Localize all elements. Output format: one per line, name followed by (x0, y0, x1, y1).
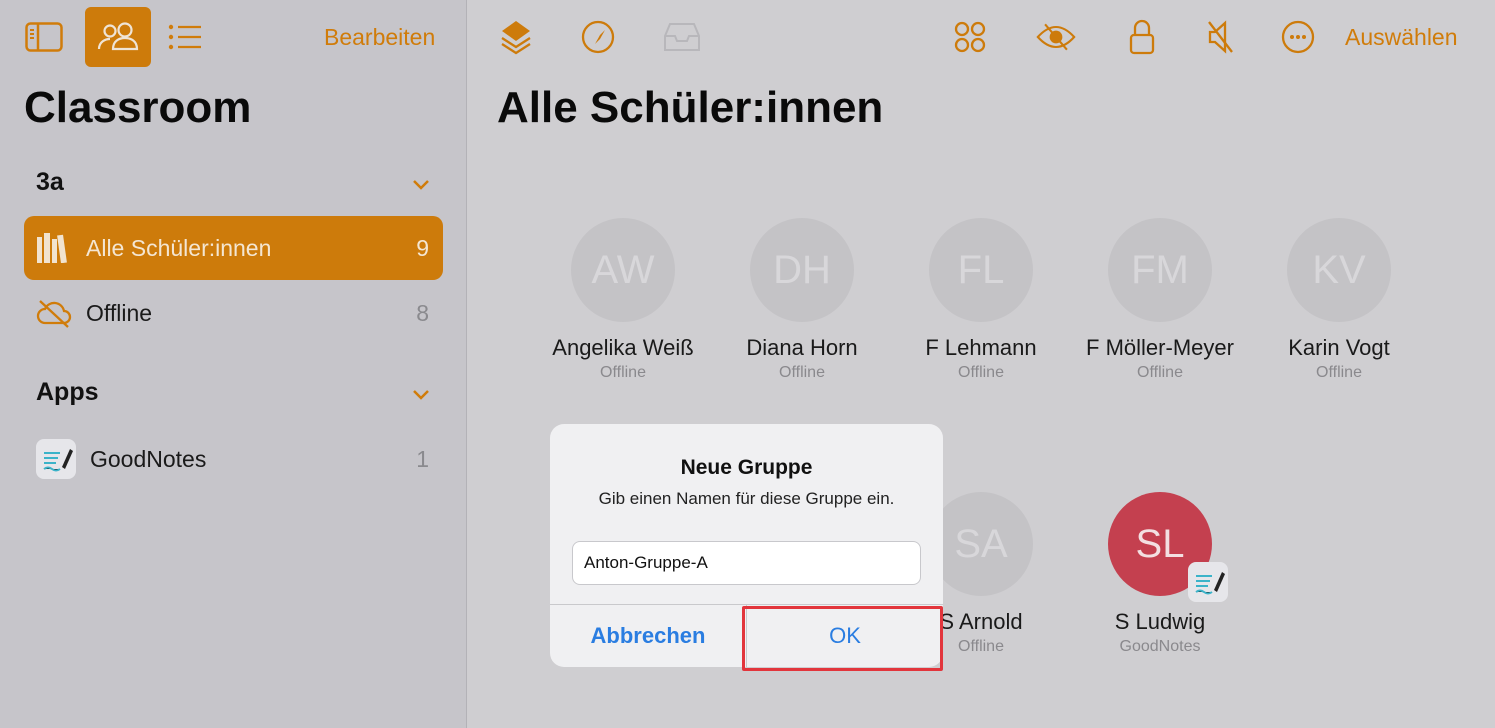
student-status: Offline (1316, 364, 1362, 381)
lock-icon[interactable] (1122, 17, 1162, 57)
student-name: F Lehmann (925, 335, 1037, 360)
page-title: Alle Schüler:innen (497, 83, 884, 132)
student-tile[interactable]: KV Karin Vogt Offline (1249, 218, 1429, 382)
layers-icon[interactable] (496, 17, 536, 57)
sidebar-item-count: 9 (416, 234, 429, 261)
student-name: Diana Horn (746, 335, 858, 360)
student-status: Offline (958, 364, 1004, 381)
ok-button[interactable]: OK (747, 605, 943, 667)
sidebar-item-count: 1 (416, 445, 429, 472)
goodnotes-icon (36, 439, 76, 479)
student-status: Offline (779, 364, 825, 381)
chevron-down-icon[interactable] (410, 383, 432, 405)
student-tile[interactable]: AW Angelika Weiß Offline (533, 218, 713, 382)
avatar: DH (750, 218, 854, 322)
student-name: S Ludwig (1114, 609, 1206, 634)
cancel-button[interactable]: Abbrechen (550, 605, 746, 667)
student-tile[interactable]: FM F Möller-Meyer Offline (1070, 218, 1250, 382)
student-name: Karin Vogt (1288, 335, 1390, 360)
sidebar-item-goodnotes[interactable]: GoodNotes 1 (24, 427, 443, 491)
avatar: FM (1108, 218, 1212, 322)
tray-icon (662, 17, 702, 57)
section-title-3a: 3a (36, 168, 64, 196)
compass-icon[interactable] (578, 17, 618, 57)
select-button[interactable]: Auswählen (1345, 24, 1458, 51)
student-tile[interactable]: DH Diana Horn Offline (712, 218, 892, 382)
student-name: Angelika Weiß (552, 335, 694, 360)
student-tile[interactable]: FL F Lehmann Offline (891, 218, 1071, 382)
cloud-offline-icon (36, 298, 72, 328)
avatar: FL (929, 218, 1033, 322)
student-status: Offline (600, 364, 646, 381)
more-icon[interactable] (1278, 17, 1318, 57)
chevron-down-icon[interactable] (410, 173, 432, 195)
eye-slash-icon[interactable] (1036, 17, 1076, 57)
dialog-title: Neue Gruppe (680, 456, 813, 479)
avatar: KV (1287, 218, 1391, 322)
people-icon[interactable] (85, 7, 151, 67)
sidebar-item-offline[interactable]: Offline 8 (24, 281, 443, 345)
avatar: AW (571, 218, 675, 322)
mute-icon[interactable] (1200, 17, 1240, 57)
student-status: GoodNotes (1119, 638, 1201, 655)
section-title-apps: Apps (36, 378, 99, 406)
sidebar-item-all-students[interactable]: Alle Schüler:innen 9 (24, 216, 443, 280)
sidebar-item-label: Offline (86, 299, 153, 326)
sidebar-item-label: GoodNotes (90, 445, 207, 472)
sidebar-item-label: Alle Schüler:innen (86, 234, 272, 261)
list-icon[interactable] (165, 17, 205, 57)
sidebar-item-count: 8 (416, 299, 429, 326)
group-name-input[interactable] (572, 541, 921, 585)
books-icon (36, 233, 72, 263)
sidebar-toggle-icon[interactable] (24, 17, 64, 57)
goodnotes-icon (1188, 562, 1230, 602)
apps-grid-icon[interactable] (950, 17, 990, 57)
new-group-dialog: Neue Gruppe Gib einen Namen für diese Gr… (550, 424, 943, 667)
avatar: SA (929, 492, 1033, 596)
edit-button[interactable]: Bearbeiten (324, 24, 435, 51)
student-name: F Möller-Meyer (1086, 335, 1234, 360)
student-status: Offline (1137, 364, 1183, 381)
sidebar-title: Classroom (24, 83, 252, 132)
sidebar: Bearbeiten Classroom 3a Alle Schüler:inn… (0, 0, 467, 728)
dialog-message: Gib einen Namen für diese Gruppe ein. (598, 489, 895, 508)
